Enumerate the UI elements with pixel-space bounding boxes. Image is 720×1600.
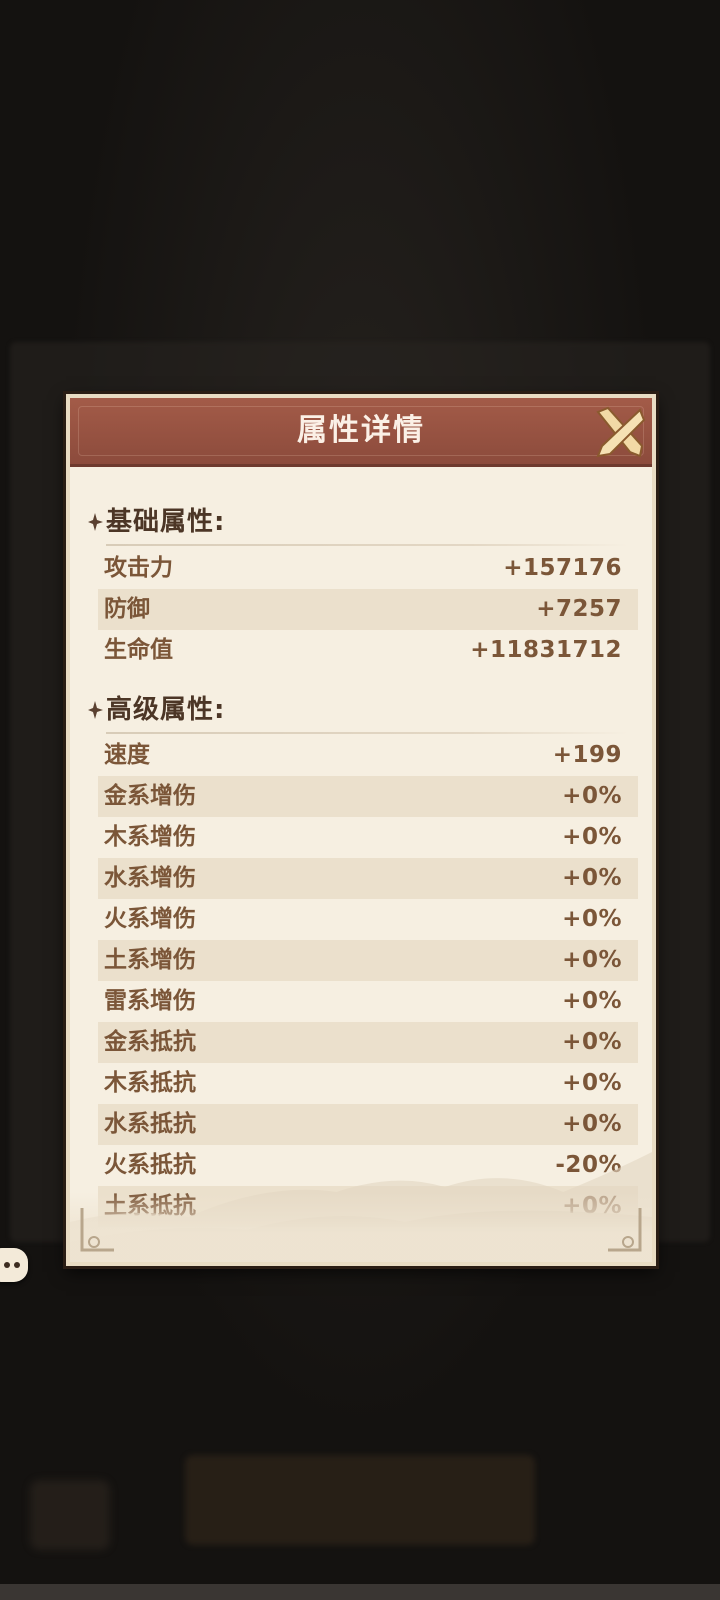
attribute-row: 水系抵抗 +0%: [98, 1104, 638, 1145]
attribute-row: 攻击力 +157176: [98, 548, 638, 589]
chat-bubble-icon[interactable]: [0, 1248, 28, 1282]
section-title-basic: 基础属性:: [106, 507, 226, 537]
advanced-attribute-list: 速度 +199 金系增伤 +0% 木系增伤 +0% 水系增伤 +0% 火系增伤 +0% 土系增伤 +0…: [98, 735, 638, 1227]
bottom-strip: [0, 1584, 720, 1600]
close-button[interactable]: [590, 402, 650, 462]
attribute-value: +199: [552, 742, 622, 768]
attribute-row: 土系增伤 +0%: [98, 940, 638, 981]
attribute-label: 速度: [104, 742, 150, 768]
attribute-label: 金系增伤: [104, 783, 196, 809]
attribute-value: +0%: [562, 1111, 622, 1137]
background-bottom-button: [185, 1455, 535, 1545]
background-bottom-icon: [30, 1480, 110, 1550]
attribute-row: 火系增伤 +0%: [98, 899, 638, 940]
panel-body[interactable]: 基础属性: 攻击力 +157176 防御 +7257 生命值 +11831712 高级属性…: [70, 468, 652, 1262]
attribute-row: 水系增伤 +0%: [98, 858, 638, 899]
panel-header: 属性详情: [70, 398, 652, 467]
attribute-value: +11831712: [470, 637, 622, 663]
basic-attribute-list: 攻击力 +157176 防御 +7257 生命值 +11831712: [98, 548, 638, 671]
attribute-row: 生命值 +11831712: [98, 630, 638, 671]
close-x-icon: [596, 406, 646, 458]
attribute-label: 木系增伤: [104, 824, 196, 850]
attribute-label: 生命值: [104, 637, 173, 663]
attribute-row: 金系增伤 +0%: [98, 776, 638, 817]
attribute-row: 土系抵抗 +0%: [98, 1186, 638, 1227]
attribute-label: 火系抵抗: [104, 1152, 196, 1178]
attribute-label: 土系抵抗: [104, 1193, 196, 1219]
attribute-value: -20%: [555, 1152, 622, 1178]
sparkle-icon: [88, 513, 103, 531]
attribute-value: +0%: [562, 1070, 622, 1096]
attribute-value: +0%: [562, 1193, 622, 1219]
attribute-value: +157176: [503, 555, 622, 581]
attribute-value: +7257: [536, 596, 622, 622]
attribute-label: 土系增伤: [104, 947, 196, 973]
attribute-row: 速度 +199: [98, 735, 638, 776]
section-divider: [106, 732, 628, 734]
attribute-value: +0%: [562, 947, 622, 973]
attribute-value: +0%: [562, 988, 622, 1014]
attribute-label: 水系增伤: [104, 865, 196, 891]
attribute-label: 攻击力: [104, 555, 173, 581]
attribute-value: +0%: [562, 865, 622, 891]
section-divider: [106, 544, 628, 546]
section-header-advanced: 高级属性:: [88, 692, 628, 734]
attribute-row: 火系抵抗 -20%: [98, 1145, 638, 1186]
attribute-label: 木系抵抗: [104, 1070, 196, 1096]
attribute-row: 木系增伤 +0%: [98, 817, 638, 858]
attribute-row: 防御 +7257: [98, 589, 638, 630]
attribute-label: 防御: [104, 596, 150, 622]
attribute-value: +0%: [562, 783, 622, 809]
attribute-row: 金系抵抗 +0%: [98, 1022, 638, 1063]
attribute-label: 金系抵抗: [104, 1029, 196, 1055]
attribute-value: +0%: [562, 1029, 622, 1055]
section-title-advanced: 高级属性:: [106, 695, 226, 725]
attribute-label: 雷系增伤: [104, 988, 196, 1014]
panel-title: 属性详情: [297, 413, 425, 448]
section-header-basic: 基础属性:: [88, 504, 628, 546]
attribute-label: 水系抵抗: [104, 1111, 196, 1137]
attribute-label: 火系增伤: [104, 906, 196, 932]
attribute-row: 木系抵抗 +0%: [98, 1063, 638, 1104]
attribute-value: +0%: [562, 906, 622, 932]
attribute-row: 雷系增伤 +0%: [98, 981, 638, 1022]
attribute-value: +0%: [562, 824, 622, 850]
attribute-detail-panel: 属性详情 基础属性: 攻击力 +157176 防御 +7257 生命值 +11831712…: [66, 394, 656, 1266]
sparkle-icon: [88, 701, 103, 719]
